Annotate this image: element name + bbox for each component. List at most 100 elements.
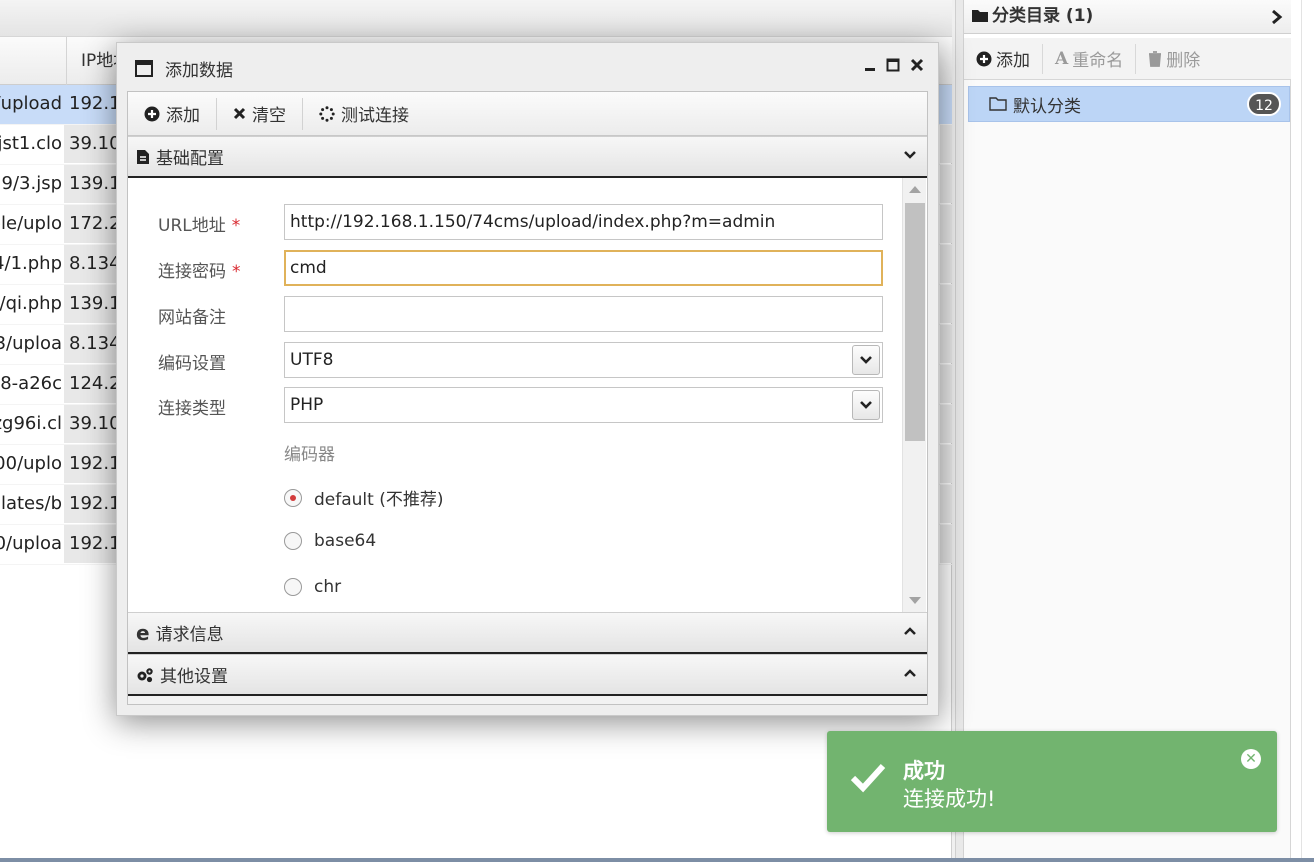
cell-edge [940,525,952,563]
note-label: 网站备注 [158,308,226,328]
dialog-titlebar[interactable]: 添加数据 [117,43,938,93]
cell-edge [940,285,952,323]
type-value: PHP [290,395,324,415]
cell-url: http://x/ple/uplo [0,213,62,234]
radio-unchecked[interactable] [284,532,302,550]
encoding-row: 编码设置 UTF8 [158,342,888,378]
close-icon[interactable] [910,58,924,72]
cell-url: http://x.zg96i.cl [0,413,62,434]
encoder-option-base64[interactable]: base64 [284,531,376,551]
cell-edge [940,485,952,523]
accordion-request-info[interactable]: e 请求信息 [128,612,927,654]
panel-splitter[interactable] [956,0,964,858]
cell-url: http://x/qi.php [0,293,62,314]
cell-edge [940,325,952,363]
check-icon [850,763,886,793]
test-connection-button[interactable]: 测试连接 [303,98,425,130]
accordion-basic-label: 基础配置 [156,149,224,169]
category-header[interactable]: 分类目录 (1) [964,0,1291,34]
toast-close-icon[interactable]: ✕ [1241,749,1261,769]
toast-message: 连接成功! [903,787,996,811]
encoder-option-label: base64 [314,531,377,551]
required-mark: * [232,262,241,282]
radio-checked[interactable] [284,488,302,507]
category-rename-label: 重命名 [1072,51,1124,71]
accordion-other-settings[interactable]: 其他设置 [128,654,927,696]
cell-url: http://x/plates/b [0,493,62,514]
cell-edge [940,125,952,163]
encoder-option-chr[interactable]: chr [284,577,341,597]
cell-ip: 192.168.1.150 [64,85,116,123]
basic-config-form: URL地址 * http://192.168.1.150/74cms/upload… [128,178,902,612]
cell-ip: 139.1 [64,165,116,203]
spinner-icon [319,105,335,122]
plus-circle-icon [976,51,992,66]
cell-edge [940,85,952,123]
category-add-label: 添加 [996,51,1030,71]
encoder-option-default[interactable]: default (不推荐) [284,485,443,510]
clear-label: 清空 [252,106,286,126]
url-input[interactable]: http://192.168.1.150/74cms/upload/index.… [284,204,883,240]
category-delete-button[interactable]: 删除 [1136,44,1212,74]
cell-url: http://x/0/uploa [0,533,62,554]
window-icon [135,59,153,77]
encoder-option-label: default (不推荐) [314,490,444,510]
folder-open-icon [989,97,1007,111]
accordion-request-label: 请求信息 [155,625,224,645]
type-row: 连接类型 PHP [158,387,888,423]
clear-button[interactable]: 清空 [217,97,303,130]
cell-ip: 192.1 [64,525,116,563]
note-row: 网站备注 [158,296,888,332]
encoding-select[interactable]: UTF8 [284,342,883,378]
password-input[interactable]: cmd [284,250,883,286]
document-icon [137,149,149,164]
cell-ip: 172.2 [64,205,116,243]
category-rename-button[interactable]: A 重命名 [1043,43,1137,74]
type-select[interactable]: PHP [284,387,883,423]
accordion-basic-config[interactable]: 基础配置 [128,136,927,178]
type-dropdown-button[interactable] [852,390,880,420]
panel-right-edge [1301,0,1314,858]
encoding-value: UTF8 [290,350,334,370]
add-data-dialog: 添加数据 添加 清空 测试连接 基础配置 URL地址 * http://192.… [116,42,939,716]
browser-e-icon: e [136,620,150,645]
cell-url: http://192.168.1.150/74cms/upload [0,93,62,114]
password-row: 连接密码 * cmd [158,250,888,286]
cell-url: http://x/29/3.jsp [0,173,62,194]
category-panel: 分类目录 (1) 添加 A 重命名 删除 默认分类 12 [955,0,1314,858]
category-item-label: 默认分类 [1013,96,1081,117]
cell-ip: 192.1 [64,445,116,483]
password-label: 连接密码 * [158,262,241,282]
add-button[interactable]: 添加 [128,97,217,130]
chevron-down-icon [860,401,872,409]
note-input[interactable] [284,296,883,332]
cell-ip: 124.2 [64,365,116,403]
scroll-thumb[interactable] [905,203,925,441]
cell-edge [940,405,952,443]
encoding-dropdown-button[interactable] [852,345,880,375]
category-item-default[interactable]: 默认分类 12 [968,86,1290,122]
category-add-button[interactable]: 添加 [964,43,1043,74]
cell-ip: 192.1 [64,485,116,523]
chevron-down-icon [904,151,916,159]
cell-ip: 8.134 [64,245,116,283]
cell-ip: 39.10 [64,405,116,443]
form-scrollbar[interactable] [902,178,926,612]
cell-url: http://x/00/uplo [0,453,62,474]
scroll-down-arrow[interactable] [909,597,921,604]
url-row: URL地址 * http://192.168.1.150/74cms/upload… [158,204,888,240]
cell-url: http://x.jst1.clo [0,133,62,154]
dialog-title: 添加数据 [165,60,233,81]
gears-icon [137,667,153,682]
grid-top-strip [0,0,952,37]
plus-circle-icon [144,106,160,121]
cell-edge [940,245,952,283]
maximize-icon[interactable] [886,58,900,72]
basic-config-panel: URL地址 * http://192.168.1.150/74cms/upload… [128,178,927,612]
radio-unchecked[interactable] [284,578,302,596]
encoding-label: 编码设置 [158,354,226,374]
minimize-icon[interactable] [864,58,876,72]
category-title: 分类目录 (1) [992,6,1094,26]
chevron-right-icon[interactable] [1271,9,1283,25]
scroll-up-arrow[interactable] [909,186,921,193]
